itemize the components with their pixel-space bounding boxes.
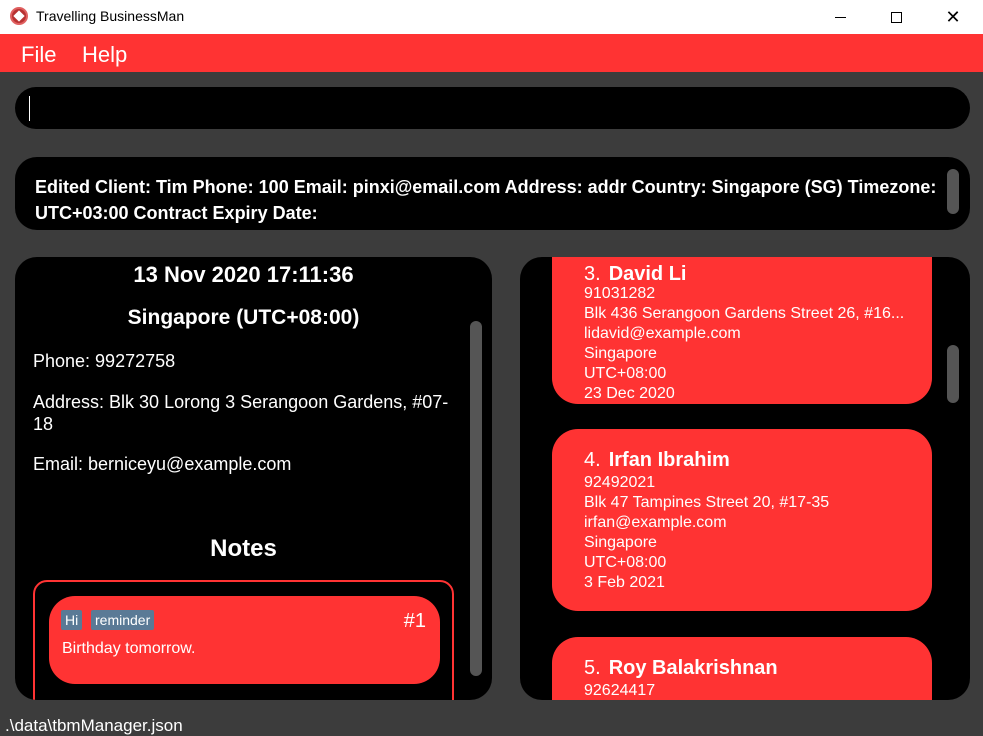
maximize-button[interactable] (868, 0, 924, 34)
client-card[interactable]: 4. Irfan Ibrahim 92492021 Blk 47 Tampines… (552, 429, 932, 611)
client-phone: Phone: 99272758 (33, 351, 176, 371)
client-name-row: 3. David Li (584, 263, 686, 286)
detail-scrollbar[interactable] (470, 321, 482, 676)
client-phone: 91031282 (584, 285, 656, 302)
client-country-timezone: Singapore (UTC+08:00) (127, 306, 360, 329)
client-address: Blk 436 Serangoon Gardens Street 26, #16… (584, 305, 905, 322)
text-caret (29, 96, 30, 121)
client-timezone: UTC+08:00 (584, 554, 667, 571)
notes-heading: Notes (210, 535, 277, 562)
client-local-time: 13 Nov 2020 17:11:36 (133, 262, 354, 287)
client-email: irfan@example.com (584, 514, 727, 531)
command-input[interactable] (27, 93, 927, 123)
client-country: Singapore (584, 345, 657, 362)
client-address: Blk 47 Tampines Street 20, #17-35 (584, 494, 830, 511)
menu-file[interactable]: File (21, 42, 56, 68)
client-index: 3. (584, 263, 601, 285)
title-bar: Travelling BusinessMan ✕ (0, 0, 983, 34)
note-tag: reminder (91, 610, 155, 630)
client-name: Irfan Ibrahim (608, 449, 730, 471)
client-index: 5. (584, 657, 601, 679)
note-index: #1 (403, 610, 426, 632)
client-email: Email: berniceyu@example.com (33, 454, 292, 474)
minimize-button[interactable] (812, 0, 868, 34)
close-icon: ✕ (945, 7, 961, 27)
client-name: David Li (608, 263, 687, 285)
app-logo-icon (10, 7, 28, 25)
notes-list: Hi reminder #1 Birthday tomorrow. (33, 580, 454, 700)
client-country: Singapore (584, 534, 657, 551)
client-card[interactable]: 5. Roy Balakrishnan 92624417 (552, 637, 932, 700)
client-email: lidavid@example.com (584, 325, 741, 342)
client-name-row: 5. Roy Balakrishnan (584, 657, 778, 680)
client-index: 4. (584, 449, 601, 471)
client-list-panel: 3. David Li 91031282 Blk 436 Serangoon Ga… (520, 257, 970, 700)
client-list-scrollbar[interactable] (947, 345, 959, 403)
client-expiry: 23 Dec 2020 (584, 385, 675, 402)
client-detail-panel: 13 Nov 2020 17:11:36 Singapore (UTC+08:0… (15, 257, 492, 700)
maximize-icon (890, 11, 902, 23)
client-name: Roy Balakrishnan (608, 657, 778, 679)
client-card[interactable]: 3. David Li 91031282 Blk 436 Serangoon Ga… (552, 257, 932, 404)
note-text: Birthday tomorrow. (62, 640, 196, 657)
client-name-row: 4. Irfan Ibrahim (584, 449, 730, 472)
client-expiry: 3 Feb 2021 (584, 574, 665, 591)
note-card[interactable]: Hi reminder #1 Birthday tomorrow. (49, 596, 440, 684)
client-phone: 92492021 (584, 474, 656, 491)
client-timezone: UTC+08:00 (584, 365, 667, 382)
status-file-path: .\data\tbmManager.json (5, 716, 183, 735)
menu-bar: File Help (0, 34, 983, 72)
note-tag: Hi (61, 610, 83, 630)
result-message: Edited Client: Tim Phone: 100 Email: pin… (35, 177, 937, 223)
close-button[interactable]: ✕ (925, 0, 981, 34)
menu-help[interactable]: Help (82, 42, 127, 68)
window-title: Travelling BusinessMan (36, 8, 185, 24)
minimize-icon (834, 16, 846, 18)
result-display: Edited Client: Tim Phone: 100 Email: pin… (15, 157, 970, 230)
client-phone: 92624417 (584, 682, 656, 699)
result-scrollbar[interactable] (947, 169, 959, 214)
command-box (15, 87, 970, 129)
client-address: Address: Blk 30 Lorong 3 Serangoon Garde… (33, 392, 449, 434)
